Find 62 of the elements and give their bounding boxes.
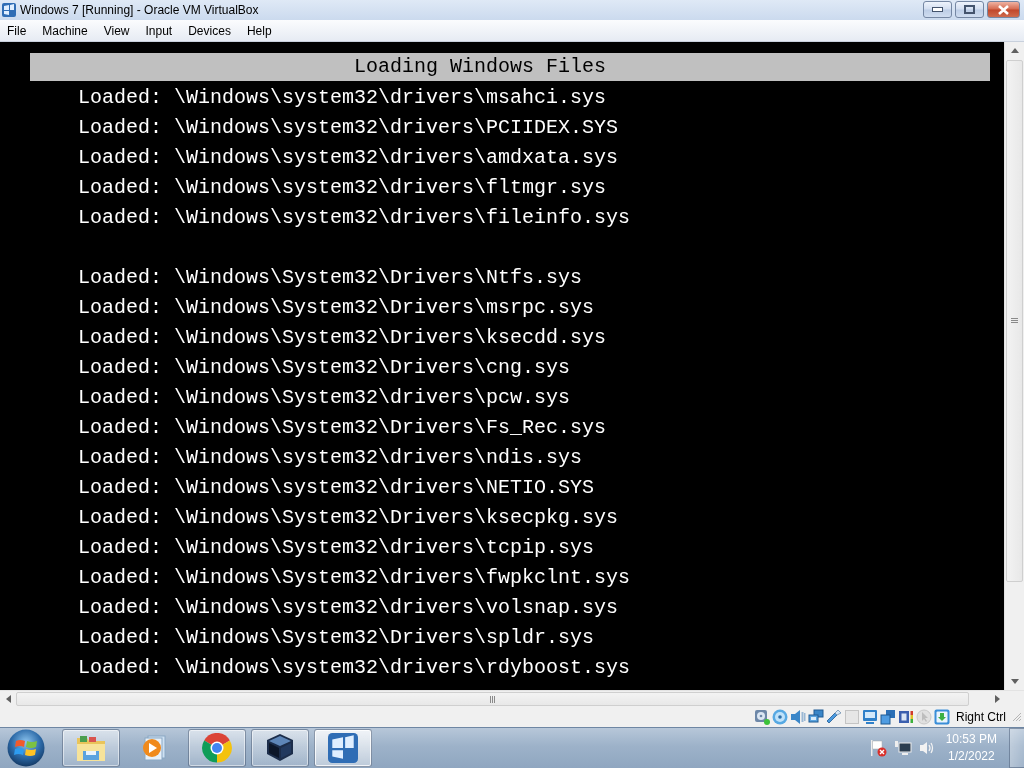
minimize-button[interactable] bbox=[923, 1, 952, 18]
scrollbar-thumb[interactable] bbox=[16, 692, 969, 706]
console-header: Loading Windows Files bbox=[30, 53, 990, 81]
folder-icon bbox=[76, 734, 106, 762]
close-icon bbox=[998, 4, 1009, 15]
window-tile-icon bbox=[328, 733, 358, 763]
menu-item[interactable]: File bbox=[0, 21, 34, 40]
usb-icon[interactable] bbox=[826, 709, 842, 725]
console-line: Loaded: \Windows\system32\drivers\msahci.sys bbox=[78, 85, 607, 111]
console-line: Loaded: \Windows\System32\drivers\fwpkclnt.sys bbox=[78, 565, 631, 591]
menu-item[interactable]: Machine bbox=[35, 21, 95, 40]
console-line: Loaded: \Windows\System32\Drivers\Fs_Rec.sys bbox=[78, 415, 607, 441]
window-title: Windows 7 [Running] - Oracle VM VirtualBox bbox=[20, 3, 260, 17]
console-line: Loaded: \Windows\system32\drivers\ndis.sys bbox=[78, 445, 583, 471]
grip-icon bbox=[1011, 318, 1018, 325]
close-button[interactable] bbox=[987, 1, 1020, 18]
audio-icon[interactable] bbox=[790, 709, 806, 725]
play-icon bbox=[142, 735, 166, 761]
maximize-icon bbox=[964, 5, 975, 14]
console-line: Loaded: \Windows\system32\drivers\amdxata.sys bbox=[78, 145, 619, 171]
console-line: Loaded: \Windows\System32\Drivers\ksecpkg.sys bbox=[78, 505, 619, 531]
cube-icon bbox=[266, 733, 294, 763]
console-line: Loaded: \Windows\System32\Drivers\spldr.sys bbox=[78, 625, 595, 651]
window-stack-icon[interactable] bbox=[880, 709, 896, 725]
windows-orb-icon bbox=[7, 729, 45, 767]
console-line: Loaded: \Windows\system32\drivers\PCIIDEX.SYS bbox=[78, 115, 619, 141]
window-tile-icon bbox=[2, 3, 16, 17]
down-arrow-icon[interactable] bbox=[934, 709, 950, 725]
host-key-label: Right Ctrl bbox=[956, 710, 1006, 724]
menu-item[interactable]: Help bbox=[239, 21, 279, 40]
show-desktop-button[interactable] bbox=[1009, 728, 1024, 768]
grip-icon bbox=[489, 695, 496, 703]
console-line: Loaded: \Windows\system32\drivers\NETIO.SYS bbox=[78, 475, 595, 501]
resize-grip-icon bbox=[1012, 712, 1022, 722]
menu-item[interactable]: View bbox=[96, 21, 137, 40]
minimize-icon bbox=[932, 7, 943, 12]
flag-icon[interactable] bbox=[868, 739, 887, 757]
console-line: Loaded: \Windows\system32\drivers\fltmgr.sys bbox=[78, 175, 607, 201]
console-line: Loaded: \Windows\System32\drivers\pcw.sys bbox=[78, 385, 571, 411]
browser-icon bbox=[202, 733, 232, 763]
console-line: Loaded: \Windows\System32\Drivers\cng.sys bbox=[78, 355, 571, 381]
left-arrow-icon bbox=[5, 695, 11, 703]
console-line: Loaded: \Windows\system32\drivers\fileinfo.sys bbox=[78, 205, 631, 231]
console-line: Loaded: \Windows\System32\Drivers\Ntfs.sys bbox=[78, 265, 583, 291]
console-line: Loaded: \Windows\System32\Drivers\ksecdd.sys bbox=[78, 325, 607, 351]
taskbar-button[interactable] bbox=[251, 729, 309, 767]
console-line: Loaded: \Windows\System32\drivers\tcpip.sys bbox=[78, 535, 595, 561]
down-arrow-icon bbox=[1010, 679, 1019, 684]
console-line: Loaded: \Windows\System32\Drivers\msrpc.sys bbox=[78, 295, 595, 321]
chip-icon[interactable] bbox=[898, 709, 914, 725]
console-line: Loaded: \Windows\system32\drivers\volsnap.sys bbox=[78, 595, 619, 621]
network-icon[interactable] bbox=[808, 709, 824, 725]
menu-item[interactable]: Input bbox=[138, 21, 180, 40]
scrollbar-thumb[interactable] bbox=[1006, 60, 1023, 583]
menu-item[interactable]: Devices bbox=[181, 21, 238, 40]
optical-disc-icon[interactable] bbox=[772, 709, 788, 725]
monitor-icon[interactable] bbox=[893, 740, 912, 756]
maximize-button[interactable] bbox=[955, 1, 984, 18]
display-icon[interactable] bbox=[862, 709, 878, 725]
right-arrow-icon bbox=[994, 695, 1000, 703]
console-line: Loaded: \Windows\system32\drivers\rdyboost.sys bbox=[78, 655, 631, 681]
up-arrow-icon bbox=[1010, 48, 1019, 53]
